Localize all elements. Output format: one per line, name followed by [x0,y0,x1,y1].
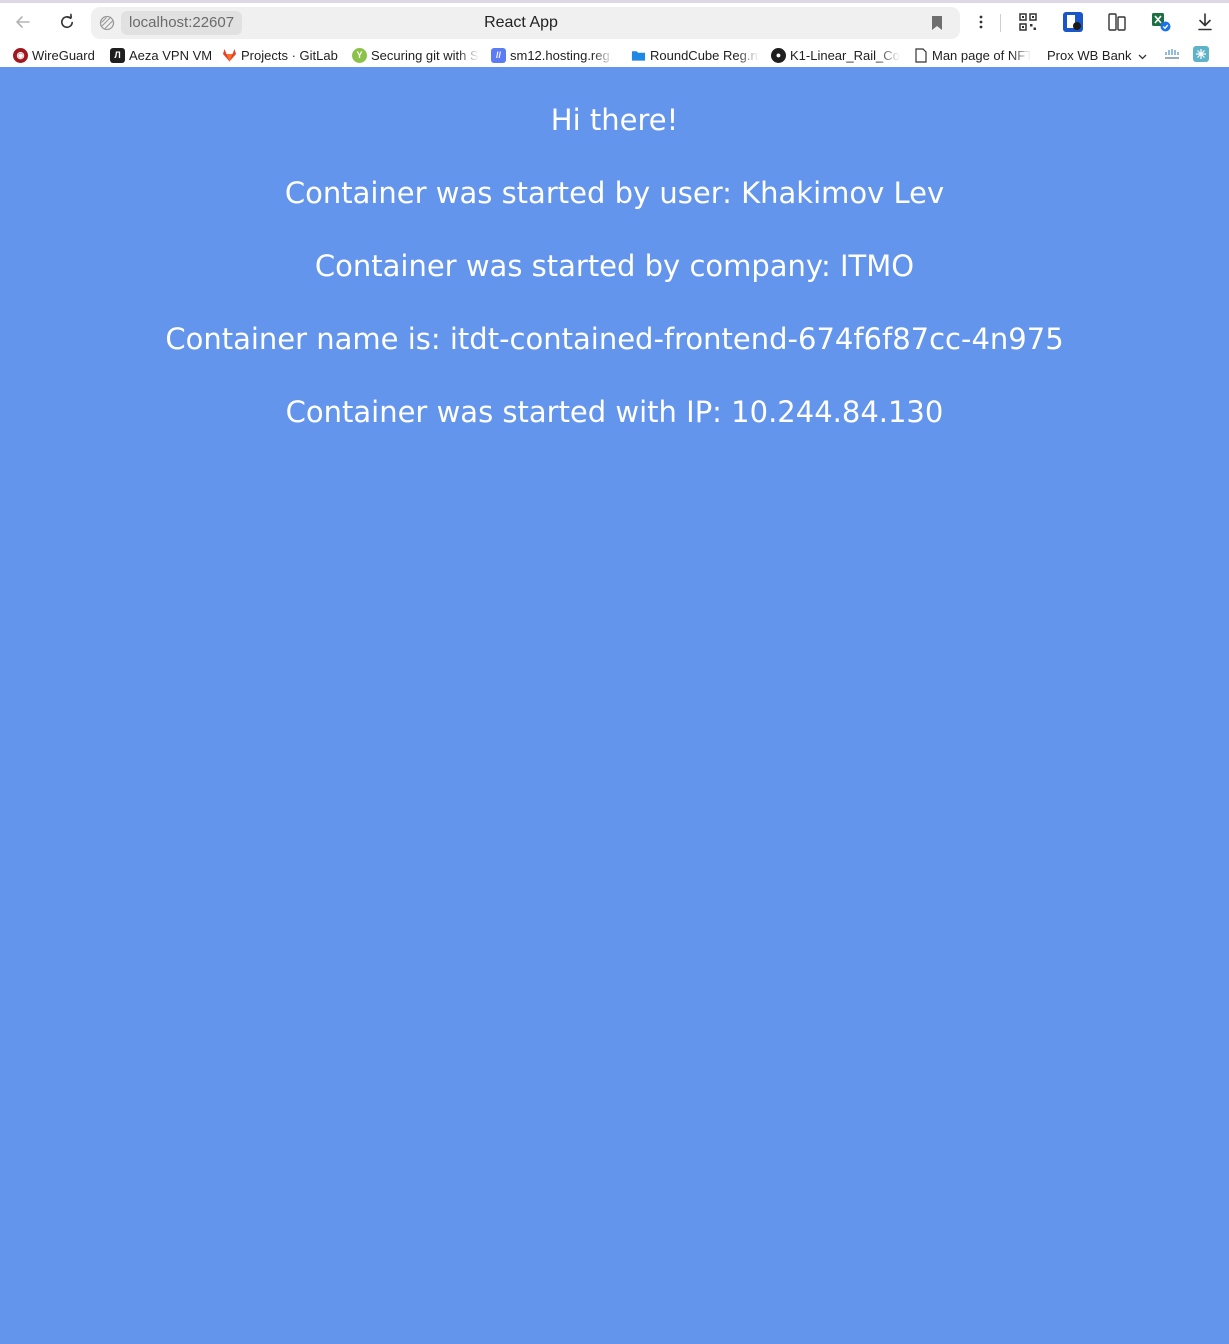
folder-icon [631,48,646,63]
bookmark-gitlab[interactable]: Projects · GitLab [222,45,344,65]
container-ip-text: Container was started with IP: 10.244.84… [285,395,944,429]
download-icon[interactable] [1192,9,1218,35]
browser-chrome: localhost:22607 React App ◉ WireGuard Л … [0,0,1229,68]
qr-code-icon[interactable] [1015,9,1041,35]
globe-icon [98,14,116,32]
address-bar[interactable]: localhost:22607 React App [91,7,960,39]
bookmark-cisco[interactable] [1164,45,1182,65]
bookmark-securing-git[interactable]: Y Securing git with S [352,45,480,65]
arrow-left-icon [16,16,30,28]
started-by-company-text: Container was started by company: ITMO [314,249,915,283]
cisco-icon [1164,48,1180,63]
reader-extension-icon[interactable] [1104,9,1130,35]
hosting-icon: // [491,47,506,63]
greeting-text: Hi there! [550,103,679,137]
react-app-page: Hi there! Container was started by user:… [0,67,1229,1344]
address-host[interactable]: localhost:22607 [121,11,243,35]
bookmark-aeza[interactable]: Л Aeza VPN VM [110,45,214,65]
bookmark-nft-man-page[interactable]: Man page of NFT [913,45,1031,65]
vpn-extension-icon[interactable] [1060,9,1086,35]
wireguard-icon: ◉ [13,47,28,63]
toolbar-divider [1000,14,1001,32]
yandex-icon: Y [352,47,367,63]
page-icon [913,47,928,63]
reload-icon [61,13,73,29]
container-name-text: Container name is: itdt-contained-fronte… [165,322,1064,356]
tab-title: React App [484,14,558,31]
bookmark-k1-linear-rail[interactable]: ● K1-Linear_Rail_Co [771,45,901,65]
more-menu-icon[interactable] [968,9,994,35]
browser-toolbar: localhost:22607 React App [0,5,1229,41]
excel-extension-icon[interactable] [1148,9,1174,35]
bookmarks-bar: ◉ WireGuard Л Aeza VPN VM Projects · Git… [0,44,1229,66]
bookmark-sm12-hosting[interactable]: // sm12.hosting.reg. [491,45,619,65]
bookmark-extension[interactable] [1193,45,1211,65]
reload-button[interactable] [52,7,82,37]
snowflake-icon [1193,45,1209,65]
bookmark-icon[interactable] [930,15,944,31]
started-by-user-text: Container was started by user: Khakimov … [284,176,945,210]
window-top-edge [0,0,1229,3]
bookmark-roundcube[interactable]: RoundCube Reg.ru [631,45,759,65]
gitlab-icon [222,48,237,63]
bookmark-folder-prox-wb-bank[interactable]: Prox WB Bank [1047,45,1149,65]
back-button[interactable] [8,7,38,37]
aeza-icon: Л [110,47,125,63]
bookmark-wireguard[interactable]: ◉ WireGuard [13,45,101,65]
chevron-down-icon [1138,48,1147,63]
github-icon: ● [771,47,786,63]
